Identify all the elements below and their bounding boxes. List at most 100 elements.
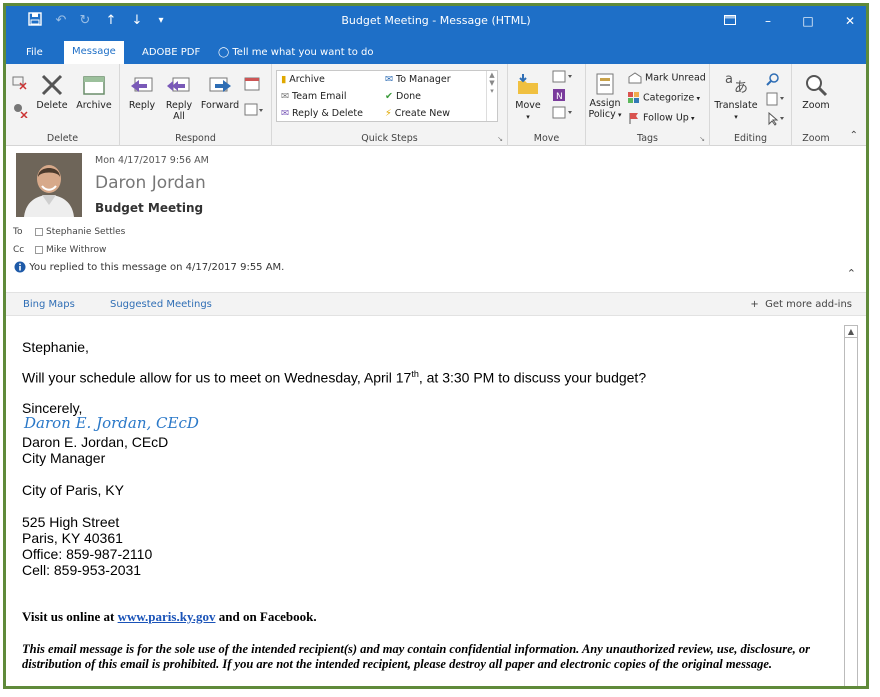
collapse-header-icon[interactable]: ⌃ <box>847 267 856 280</box>
move-group-label: Move <box>533 133 560 144</box>
body-line1: Will your schedule allow for us to meet … <box>22 369 647 386</box>
address-line2: Paris, KY 40361 <box>22 530 123 546</box>
website-link[interactable]: www.paris.ky.gov <box>118 609 216 624</box>
signature-org: City of Paris, KY <box>22 482 124 498</box>
message-date: Mon 4/17/2017 9:56 AM <box>95 155 209 166</box>
mark-unread-button[interactable]: Mark Unread <box>628 72 706 84</box>
reply-all-button[interactable]: Reply All <box>162 72 196 122</box>
tab-adobe-pdf[interactable]: ADOBE PDF <box>134 42 208 64</box>
to-label: To <box>13 227 23 237</box>
get-more-addins[interactable]: + Get more add-ins <box>750 299 852 310</box>
svg-text:N: N <box>556 92 563 102</box>
quick-step-reply-delete[interactable]: ✉ Reply & Delete <box>281 108 363 119</box>
quick-steps-group-label: Quick Steps <box>361 133 418 144</box>
quick-step-archive[interactable]: ▮ Archive <box>281 74 325 85</box>
assign-policy-button[interactable]: Assign Policy ▾ <box>588 72 622 120</box>
more-respond-icon[interactable] <box>244 102 264 121</box>
addins-bar: Bing Maps Suggested Meetings + Get more … <box>6 292 866 316</box>
translate-icon: aあ <box>725 72 748 96</box>
move-folder-icon <box>518 74 538 94</box>
disclaimer: This email message is for the sole use o… <box>22 642 811 671</box>
quick-steps-gallery: ▮ Archive ✉ To Manager ✉ Team Email ✔ Do… <box>276 70 498 122</box>
onenote-icon[interactable]: N <box>552 88 566 105</box>
message-body: Stephanie, Will your schedule allow for … <box>6 317 866 686</box>
delete-button[interactable]: Delete <box>36 72 68 111</box>
tags-group-label: Tags <box>636 133 659 144</box>
quick-step-done[interactable]: ✔ Done <box>385 91 421 102</box>
flag-icon <box>629 113 638 124</box>
respond-group-label: Respond <box>175 133 216 144</box>
bing-maps-addin[interactable]: Bing Maps <box>23 299 75 310</box>
policy-icon <box>596 73 614 95</box>
move-button[interactable]: Move ▾ <box>512 72 544 122</box>
sender-name[interactable]: Daron Jordan <box>95 173 206 193</box>
magnifier-icon <box>806 75 828 97</box>
to-recipient[interactable]: Stephanie Settles <box>35 227 125 237</box>
translate-button[interactable]: aあ Translate ▾ <box>712 70 760 122</box>
visit-line: Visit us online at www.paris.ky.gov and … <box>22 609 317 624</box>
junk-icon[interactable] <box>11 102 31 120</box>
info-icon <box>14 261 26 273</box>
categorize-button[interactable]: Categorize ▾ <box>628 92 700 104</box>
dialog-launcher-icon[interactable]: ↘ <box>497 135 503 143</box>
quick-step-create-new[interactable]: ⚡ Create New <box>385 108 450 119</box>
quick-steps-group: ▮ Archive ✉ To Manager ✉ Team Email ✔ Do… <box>272 64 508 146</box>
ribbon: Delete Archive Delete Reply Reply All Fo… <box>6 64 866 146</box>
move-group: Move ▾ N Move <box>508 64 586 146</box>
body-scrollbar[interactable]: ▲ <box>844 325 858 686</box>
replied-notice: You replied to this message on 4/17/2017… <box>14 261 284 273</box>
tags-group: Assign Policy ▾ Mark Unread Categorize ▾… <box>586 64 710 146</box>
envelope-icon: ✉ <box>281 91 289 102</box>
zoom-button[interactable]: Zoom <box>798 72 834 111</box>
lightning-icon: ⚡ <box>385 108 392 119</box>
cell-phone: Cell: 859-953-2031 <box>22 562 142 578</box>
follow-up-button[interactable]: Follow Up ▾ <box>628 112 695 124</box>
tell-me-search[interactable]: ◯ Tell me what you want to do <box>210 42 381 64</box>
plus-icon: + <box>750 299 759 310</box>
quick-step-to-manager[interactable]: ✉ To Manager <box>385 74 451 85</box>
collapse-ribbon-icon[interactable]: ⌃ <box>850 130 858 141</box>
tags-dialog-launcher-icon[interactable]: ↘ <box>699 135 705 143</box>
reply-all-icon <box>167 77 190 92</box>
close-icon[interactable]: ✕ <box>838 11 862 31</box>
forward-icon <box>209 77 231 92</box>
cc-recipient[interactable]: Mike Withrow <box>35 245 106 255</box>
minimize-icon[interactable]: – <box>756 11 780 31</box>
scroll-up-icon[interactable]: ▲ <box>845 326 857 338</box>
rules-icon[interactable] <box>552 70 574 87</box>
maximize-icon[interactable]: □ <box>796 11 820 31</box>
select-cursor-icon[interactable] <box>766 111 786 129</box>
forward-button[interactable]: Forward <box>200 72 240 111</box>
signature-script: Daron E. Jordan, CEcD <box>24 414 199 432</box>
office-phone: Office: 859-987-2110 <box>22 546 153 562</box>
archive-button[interactable]: Archive <box>74 72 114 111</box>
body-greeting: Stephanie, <box>22 339 89 355</box>
contact-checkbox-icon <box>35 227 43 236</box>
envelope-open-icon <box>628 72 642 84</box>
zoom-group: Zoom Zoom <box>792 64 840 146</box>
signature-name: Daron E. Jordan, CEcD <box>22 434 169 450</box>
address-line1: 525 High Street <box>22 514 120 530</box>
message-subject: Budget Meeting <box>95 201 204 215</box>
find-icon[interactable] <box>766 72 780 89</box>
forward-envelope-icon: ✉ <box>385 74 393 85</box>
suggested-meetings-addin[interactable]: Suggested Meetings <box>110 299 212 310</box>
related-icon[interactable] <box>766 92 786 109</box>
delete-group-label: Delete <box>46 133 79 144</box>
tab-file[interactable]: File <box>18 42 51 64</box>
actions-icon[interactable] <box>552 106 574 123</box>
lightbulb-icon: ◯ <box>218 47 230 58</box>
meeting-reply-icon[interactable] <box>244 76 260 95</box>
tab-message[interactable]: Message <box>64 41 124 64</box>
quick-steps-scroll[interactable]: ▲ ▼ ▾ <box>486 71 497 121</box>
ignore-icon[interactable] <box>11 74 27 92</box>
folder-icon: ▮ <box>281 74 287 85</box>
ribbon-display-icon[interactable] <box>718 11 742 31</box>
quick-step-team-email[interactable]: ✉ Team Email <box>281 91 347 102</box>
reply-button[interactable]: Reply <box>126 72 158 111</box>
avatar <box>16 153 82 217</box>
contact-checkbox-icon <box>35 245 43 254</box>
svg-text:a: a <box>725 72 733 87</box>
delete-x-icon <box>41 74 63 96</box>
cc-label: Cc <box>13 245 25 255</box>
